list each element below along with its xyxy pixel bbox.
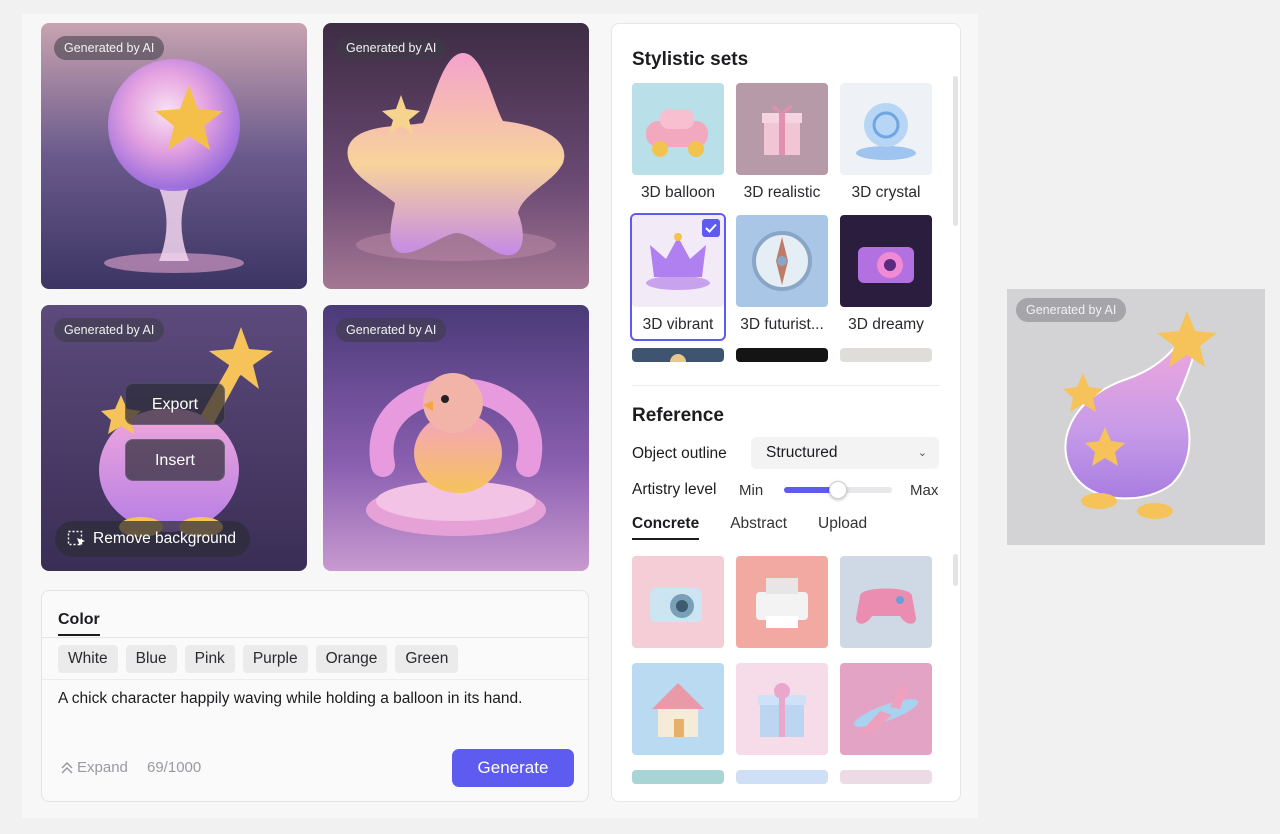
section-divider <box>632 385 940 386</box>
camera-thumbnail <box>840 215 932 307</box>
double-chevron-up-icon <box>61 761 73 774</box>
reference-thumb-partial[interactable] <box>840 770 932 784</box>
generated-image-1[interactable]: Generated by AI <box>41 23 307 289</box>
balloon-car-thumbnail <box>632 83 724 175</box>
generated-image-4[interactable]: Generated by AI <box>323 305 589 571</box>
prompt-panel: Color White Blue Pink Purple Orange Gree… <box>41 590 589 802</box>
insert-button[interactable]: Insert <box>125 439 225 481</box>
remove-background-button[interactable]: Remove background <box>55 521 251 557</box>
color-chip-white[interactable]: White <box>58 645 118 673</box>
reference-thumb-printer[interactable] <box>736 556 828 648</box>
tab-color[interactable]: Color <box>58 611 100 636</box>
style-label: 3D crystal <box>851 184 921 201</box>
camera-thumbnail <box>632 556 724 648</box>
reference-thumb-house[interactable] <box>632 663 724 755</box>
character-counter: 69/1000 <box>147 759 202 776</box>
chevron-down-icon: ⌄ <box>917 447 927 459</box>
style-3d-futurist[interactable]: 3D futurist... <box>736 215 828 334</box>
reference-thumb-gift[interactable] <box>736 663 828 755</box>
reference-title: Reference <box>632 405 724 426</box>
reference-tabs: Concrete Abstract Upload <box>632 515 867 540</box>
style-3d-crystal[interactable]: 3D crystal <box>840 83 932 202</box>
ai-badge: Generated by AI <box>54 36 165 60</box>
reference-thumb-partial[interactable] <box>632 770 724 784</box>
object-outline-value: Structured <box>766 444 838 461</box>
style-label: 3D futurist... <box>740 316 824 333</box>
reference-thumb-airplane[interactable] <box>840 663 932 755</box>
style-3d-balloon[interactable]: 3D balloon <box>632 83 724 202</box>
generate-button[interactable]: Generate <box>452 749 574 787</box>
crystal-clock-thumbnail <box>840 83 932 175</box>
tab-upload[interactable]: Upload <box>818 515 867 540</box>
airplane-thumbnail <box>840 663 932 755</box>
color-chip-pink[interactable]: Pink <box>184 645 235 673</box>
style-3d-vibrant[interactable]: 3D vibrant <box>630 213 726 341</box>
style-thumb <box>840 83 932 175</box>
style-thumb <box>632 83 724 175</box>
color-chip-blue[interactable]: Blue <box>125 645 177 673</box>
style-label: 3D balloon <box>640 184 716 201</box>
generated-image-2[interactable]: Generated by AI <box>323 23 589 289</box>
printer-thumbnail <box>736 556 828 648</box>
style-thumb-partial[interactable] <box>736 348 828 362</box>
reference-thumb-gamepad[interactable] <box>840 556 932 648</box>
ai-badge: Generated by AI <box>54 318 165 342</box>
gift-box-thumbnail <box>736 663 828 755</box>
stylistic-scrollbar[interactable] <box>953 76 958 226</box>
ai-badge: Generated by AI <box>1016 298 1127 322</box>
ai-badge: Generated by AI <box>336 318 447 342</box>
style-label: 3D vibrant <box>642 316 714 333</box>
artistry-slider[interactable] <box>784 481 892 499</box>
style-label: 3D realistic <box>743 184 821 201</box>
generated-image-3[interactable]: Generated by AI Export Insert Remove bac… <box>41 305 307 571</box>
color-chip-green[interactable]: Green <box>395 645 459 673</box>
style-3d-realistic[interactable]: 3D realistic <box>736 83 828 202</box>
object-outline-label: Object outline <box>632 445 727 462</box>
tab-abstract[interactable]: Abstract <box>730 515 787 540</box>
chip-divider <box>42 679 588 680</box>
house-thumbnail <box>632 663 724 755</box>
slider-max-label: Max <box>910 482 939 499</box>
reference-thumb-camera[interactable] <box>632 556 724 648</box>
star-orb-illustration <box>41 23 307 289</box>
prompt-input[interactable]: A chick character happily waving while h… <box>58 690 522 708</box>
style-thumb-partial[interactable] <box>840 348 932 362</box>
expand-label: Expand <box>77 759 128 776</box>
style-thumb <box>736 215 828 307</box>
tab-concrete[interactable]: Concrete <box>632 515 700 540</box>
artistry-level-label: Artistry level <box>632 481 717 498</box>
expand-button[interactable]: Expand <box>60 759 128 776</box>
style-thumb <box>840 215 932 307</box>
style-3d-dreamy[interactable]: 3D dreamy <box>840 215 932 334</box>
chick-ring-illustration <box>323 305 589 571</box>
tab-divider <box>42 637 588 638</box>
slider-min-label: Min <box>739 482 764 499</box>
color-chips: White Blue Pink Purple Orange Green <box>58 645 459 673</box>
balloon-pot-preview <box>1063 311 1217 519</box>
pink-star-illustration <box>323 23 589 289</box>
style-thumb <box>736 83 828 175</box>
compass-thumbnail <box>736 215 828 307</box>
style-label: 3D dreamy <box>848 316 924 333</box>
object-outline-dropdown[interactable]: Structured ⌄ <box>751 437 939 469</box>
reference-thumb-partial[interactable] <box>736 770 828 784</box>
color-chip-purple[interactable]: Purple <box>242 645 308 673</box>
remove-background-icon <box>67 530 85 546</box>
color-chip-orange[interactable]: Orange <box>315 645 388 673</box>
slider-handle[interactable] <box>829 481 847 499</box>
settings-panel: Stylistic sets 3D balloon 3D realistic 3… <box>611 23 961 802</box>
preview-image[interactable]: Generated by AI <box>1007 289 1265 545</box>
export-button[interactable]: Export <box>125 383 225 425</box>
gamepad-thumbnail <box>840 556 932 648</box>
stylistic-sets-title: Stylistic sets <box>632 49 749 70</box>
selected-check-icon <box>702 219 720 237</box>
ai-badge: Generated by AI <box>336 36 447 60</box>
remove-background-label: Remove background <box>93 530 237 547</box>
style-thumb-partial[interactable] <box>632 348 724 362</box>
gift-box-thumbnail <box>736 83 828 175</box>
reference-scrollbar[interactable] <box>953 554 958 586</box>
